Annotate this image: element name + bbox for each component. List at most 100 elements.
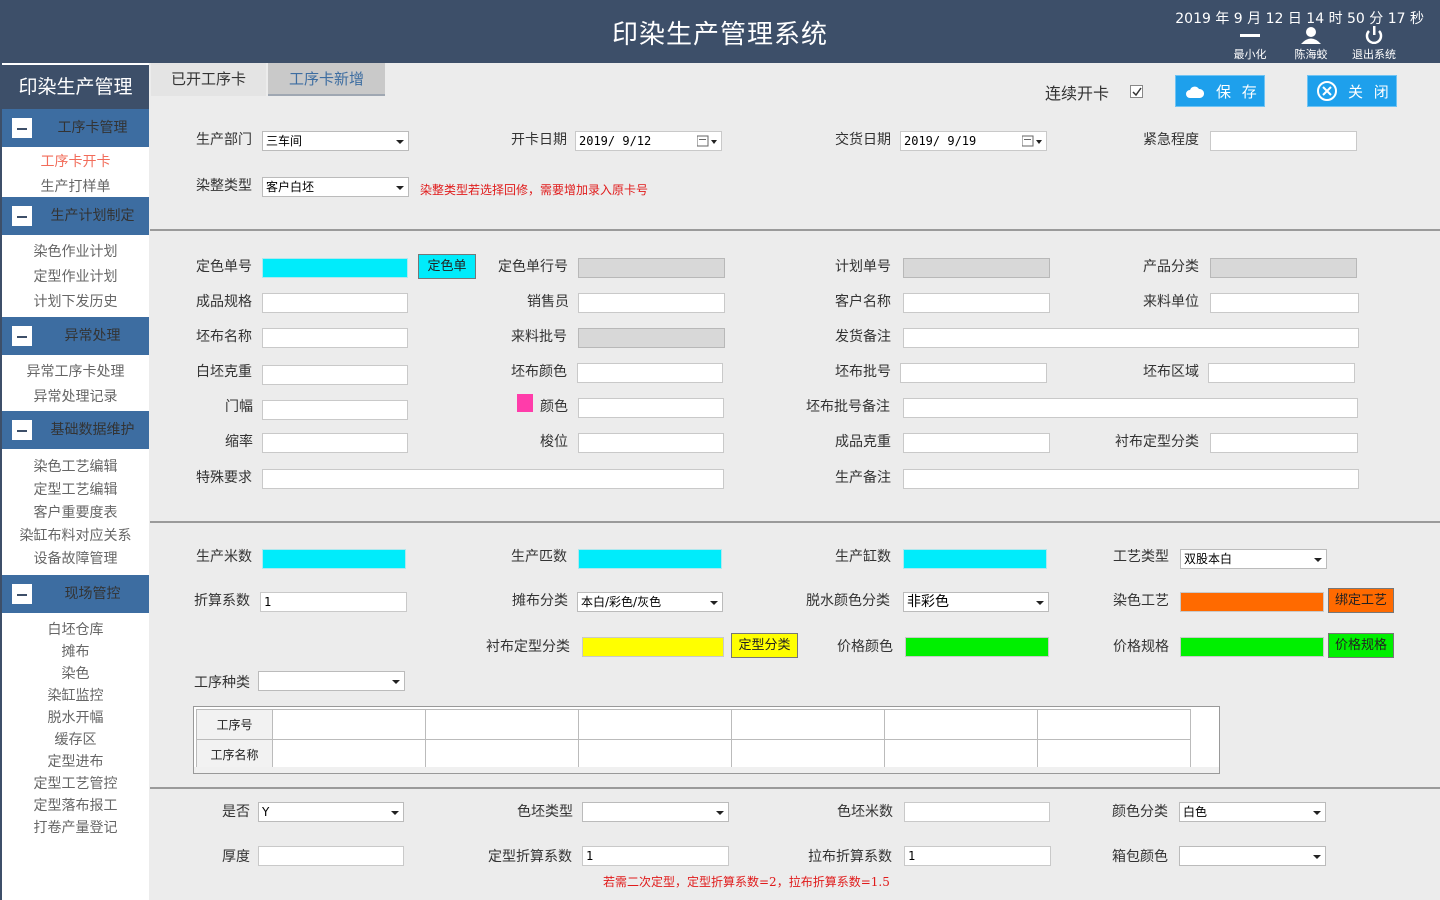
proc-kind-select[interactable]: [258, 671, 405, 691]
sidebar-item-sample-order[interactable]: 生产打样单: [2, 176, 149, 196]
plan-no-input[interactable]: [903, 258, 1050, 278]
greige-name-input[interactable]: [262, 328, 408, 348]
sidebar-section-exception[interactable]: 异常处理: [2, 317, 149, 355]
set-factor-input[interactable]: 1: [582, 846, 729, 866]
salesman-input[interactable]: [578, 293, 725, 313]
meters-input[interactable]: [262, 549, 406, 569]
sidebar-item-dye-process-edit[interactable]: 染色工艺编辑: [2, 456, 149, 476]
sidebar-item-plan-history[interactable]: 计划下发历史: [2, 291, 149, 311]
greige-batch-input[interactable]: [900, 363, 1047, 383]
ship-note-input[interactable]: [903, 328, 1359, 348]
yesno-select[interactable]: Y: [258, 802, 404, 822]
tab-new-card[interactable]: 工序卡新增: [268, 63, 385, 96]
sidebar-item-vat-monitor[interactable]: 染缸监控: [2, 685, 149, 705]
grid-cell[interactable]: [731, 739, 885, 770]
price-spec-input[interactable]: [1180, 637, 1324, 657]
color-swatch[interactable]: [517, 394, 533, 412]
urgency-input[interactable]: [1210, 131, 1357, 151]
sidebar-item-set-process-edit[interactable]: 定型工艺编辑: [2, 479, 149, 499]
sidebar-item-spread[interactable]: 摊布: [2, 641, 149, 661]
spread-cat-select[interactable]: 本白/彩色/灰色: [577, 592, 723, 612]
customer-input[interactable]: [903, 293, 1050, 313]
grid-cell[interactable]: [272, 739, 426, 770]
dye-process-input[interactable]: [1180, 592, 1324, 612]
sidebar-item-exception-card[interactable]: 异常工序卡处理: [2, 361, 149, 381]
material-batch-input[interactable]: [578, 328, 725, 348]
finished-weight-input[interactable]: [903, 433, 1050, 453]
close-button[interactable]: 关 闭: [1307, 75, 1397, 107]
continuous-checkbox[interactable]: [1130, 85, 1143, 98]
lining-set-input-top[interactable]: [1210, 433, 1358, 453]
sidebar-item-set-plan[interactable]: 定型作业计划: [2, 266, 149, 286]
sidebar-section-procard[interactable]: 工序卡管理: [2, 109, 149, 147]
thickness-input[interactable]: [258, 846, 404, 866]
grid-cell[interactable]: [578, 739, 732, 770]
sidebar-item-set-feed[interactable]: 定型进布: [2, 751, 149, 771]
grid-cell[interactable]: [425, 709, 579, 740]
sidebar-item-set-report[interactable]: 定型落布报工: [2, 795, 149, 815]
shrink-input[interactable]: [262, 433, 408, 453]
sidebar-section-onsite[interactable]: 现场管控: [2, 575, 149, 613]
grid-cell[interactable]: [578, 709, 732, 740]
factor-input[interactable]: 1: [260, 592, 407, 612]
spec-input[interactable]: [262, 293, 408, 313]
grid-cell[interactable]: [1037, 709, 1191, 740]
set-category-button[interactable]: 定型分类: [731, 633, 798, 658]
user-button[interactable]: 陈海蛟: [1281, 26, 1341, 62]
product-cat-input[interactable]: [1210, 258, 1357, 278]
special-input[interactable]: [262, 469, 724, 489]
sidebar-item-procard-open[interactable]: 工序卡开卡: [2, 151, 149, 171]
color-order-line-input[interactable]: [578, 258, 725, 278]
sidebar-item-vat-fabric[interactable]: 染缸布料对应关系: [2, 525, 149, 545]
price-spec-button[interactable]: 价格规格: [1328, 633, 1394, 658]
greige-batch-note-input[interactable]: [903, 398, 1358, 418]
exit-button[interactable]: 退出系统: [1344, 26, 1404, 62]
sidebar-item-set-control[interactable]: 定型工艺管控: [2, 773, 149, 793]
open-date-picker[interactable]: 2019/ 9/12: [575, 131, 722, 151]
width-input[interactable]: [262, 400, 408, 420]
grid-cell[interactable]: [884, 709, 1038, 740]
box-color-select[interactable]: [1179, 846, 1326, 866]
process-type-select[interactable]: 双股本白: [1180, 549, 1327, 569]
color-cat-select[interactable]: 白色: [1179, 802, 1326, 822]
dept-select[interactable]: 三车间: [262, 131, 409, 151]
color-order-input[interactable]: [262, 258, 408, 278]
greige-color-input[interactable]: [577, 363, 723, 383]
sidebar-item-exception-record[interactable]: 异常处理记录: [2, 386, 149, 406]
sidebar-item-customer-priority[interactable]: 客户重要度表: [2, 502, 149, 522]
sidebar-section-basedata[interactable]: 基础数据维护: [2, 411, 149, 449]
greige-weight-input[interactable]: [262, 365, 408, 385]
lining-set-input[interactable]: [582, 637, 724, 657]
tab-open-cards[interactable]: 已开工序卡: [151, 63, 266, 96]
finish-type-select[interactable]: 客户白坯: [262, 177, 409, 197]
grid-cell[interactable]: [884, 739, 1038, 770]
grid-cell[interactable]: [425, 739, 579, 770]
stretch-factor-input[interactable]: 1: [904, 846, 1051, 866]
supplier-input[interactable]: [1210, 293, 1359, 313]
sidebar-item-dye[interactable]: 染色: [2, 663, 149, 683]
color-order-button[interactable]: 定色单: [418, 254, 476, 279]
color-input[interactable]: [578, 398, 724, 418]
sidebar-item-dewater[interactable]: 脱水开幅: [2, 707, 149, 727]
dewater-color-select[interactable]: 非彩色: [903, 592, 1049, 612]
price-color-input[interactable]: [905, 637, 1049, 657]
blank-type-select[interactable]: [582, 802, 729, 822]
greige-area-input[interactable]: [1208, 363, 1355, 383]
sidebar-item-dye-plan[interactable]: 染色作业计划: [2, 241, 149, 261]
grid-cell[interactable]: [731, 709, 885, 740]
vats-input[interactable]: [903, 549, 1047, 569]
sidebar-item-equip-fault[interactable]: 设备故障管理: [2, 548, 149, 568]
sidebar-section-plan[interactable]: 生产计划制定: [2, 197, 149, 235]
bind-process-button[interactable]: 绑定工艺: [1328, 588, 1394, 613]
sidebar-item-roll-output[interactable]: 打卷产量登记: [2, 817, 149, 837]
pieces-input[interactable]: [578, 549, 722, 569]
delivery-date-picker[interactable]: 2019/ 9/19: [900, 131, 1047, 151]
horizontal-scrollbar[interactable]: [194, 767, 1219, 773]
sidebar-item-buffer[interactable]: 缓存区: [2, 729, 149, 749]
shuttle-input[interactable]: [578, 433, 724, 453]
minimize-button[interactable]: 最小化: [1220, 26, 1280, 62]
blank-meters-input[interactable]: [904, 802, 1050, 822]
save-button[interactable]: 保 存: [1175, 75, 1265, 107]
grid-cell[interactable]: [1037, 739, 1191, 770]
sidebar-item-greige-warehouse[interactable]: 白坯仓库: [2, 619, 149, 639]
